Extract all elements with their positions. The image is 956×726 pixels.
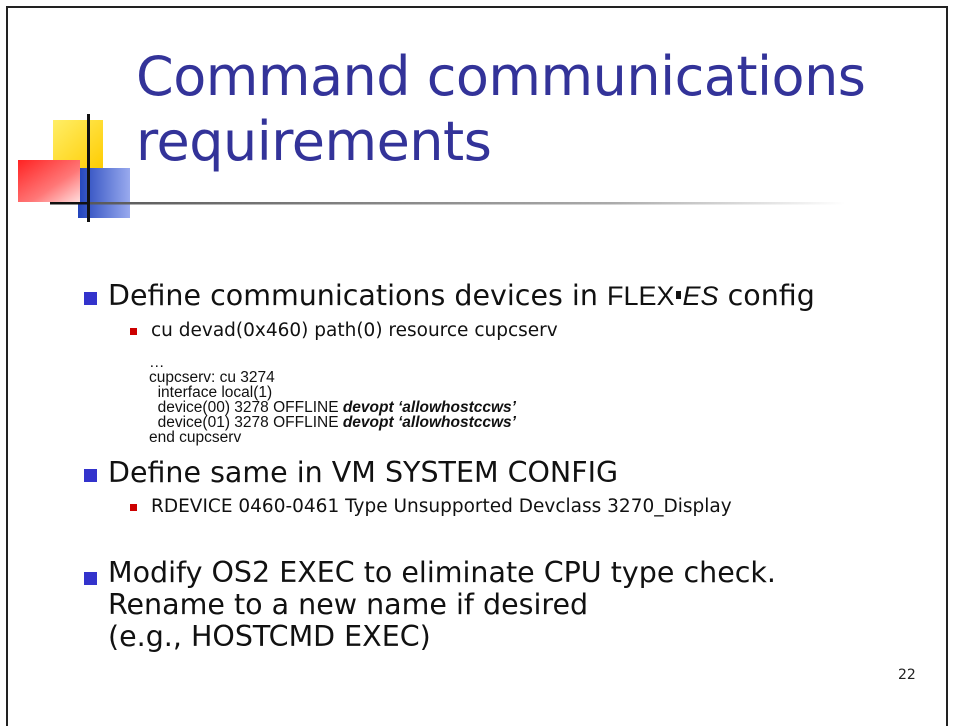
sub-bullet-2: RDEVICE 0460-0461 Type Unsupported Devcl… [151,496,732,517]
bullet-marker [84,469,97,482]
flex-es-brand: FLEX ES [607,281,719,311]
config-code-block: … cupcserv: cu 3274 interface local(1) d… [149,355,516,446]
es-text: ES [682,281,719,311]
bullet-1-suffix: config [718,279,815,312]
deco-vertical-line [87,114,90,222]
sub-bullet-marker [130,504,137,511]
bullet-3-line-2: Rename to a new name if desired [108,588,589,621]
bullet-marker [84,572,97,585]
bullet-3: Modify OS2 EXEC to eliminate CPU type ch… [108,557,776,653]
bullet-marker [84,292,97,305]
flex-separator-icon [675,291,681,299]
slide-title: Command communications requirements [136,44,866,174]
bullet-3-line-1: Modify OS2 EXEC to eliminate CPU type ch… [108,556,776,589]
deco-red-square [18,160,80,202]
flex-text: FLEX [606,281,675,311]
sub-bullet-1: cu devad(0x460) path(0) resource cupcser… [151,320,558,341]
deco-blue-square [78,168,130,218]
bullet-2: Define same in VM SYSTEM CONFIG [108,456,619,489]
deco-horizontal-line [50,202,90,205]
title-underline [65,202,845,205]
code-devopt-01: devopt ‘allowhostccws’ [342,414,516,431]
title-line-1: Command communications [136,45,866,108]
sub-bullet-marker [130,328,137,335]
code-line-end: end cupcserv [149,429,242,446]
slide-number: 22 [898,667,916,683]
bullet-1-text: Define communications devices in [108,279,607,312]
bullet-1: Define communications devices in FLEX ES … [108,279,815,312]
bullet-3-line-3: (e.g., HOSTCMD EXEC) [108,620,431,653]
title-line-2: requirements [136,110,492,173]
